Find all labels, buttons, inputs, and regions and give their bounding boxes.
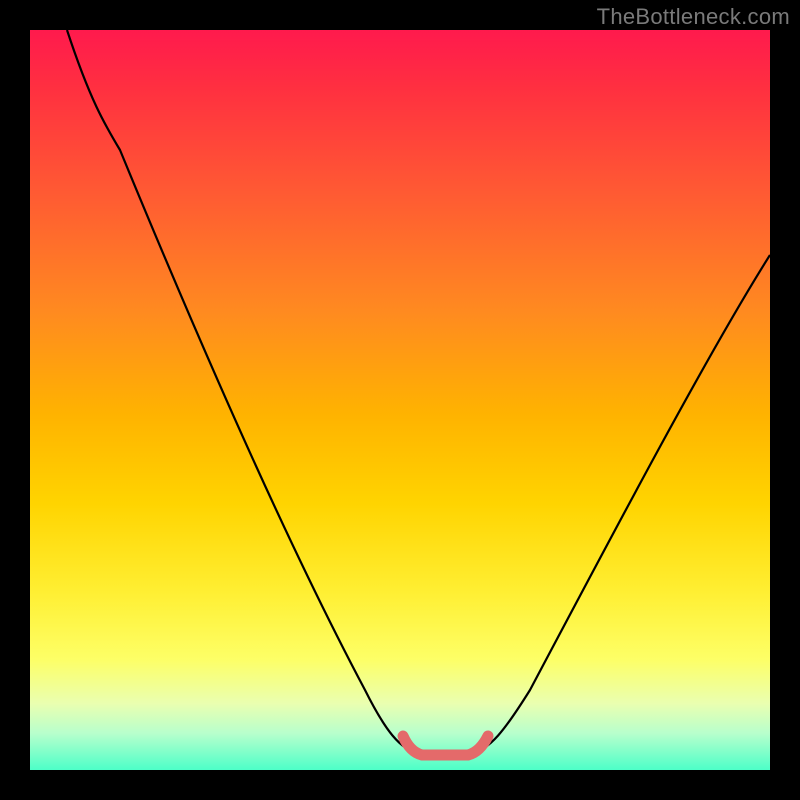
chart-svg [30, 30, 770, 770]
watermark-text: TheBottleneck.com [597, 4, 790, 30]
bottleneck-curve-path [67, 30, 770, 754]
chart-frame: TheBottleneck.com [0, 0, 800, 800]
plot-area [30, 30, 770, 770]
optimal-range-path [403, 736, 488, 755]
